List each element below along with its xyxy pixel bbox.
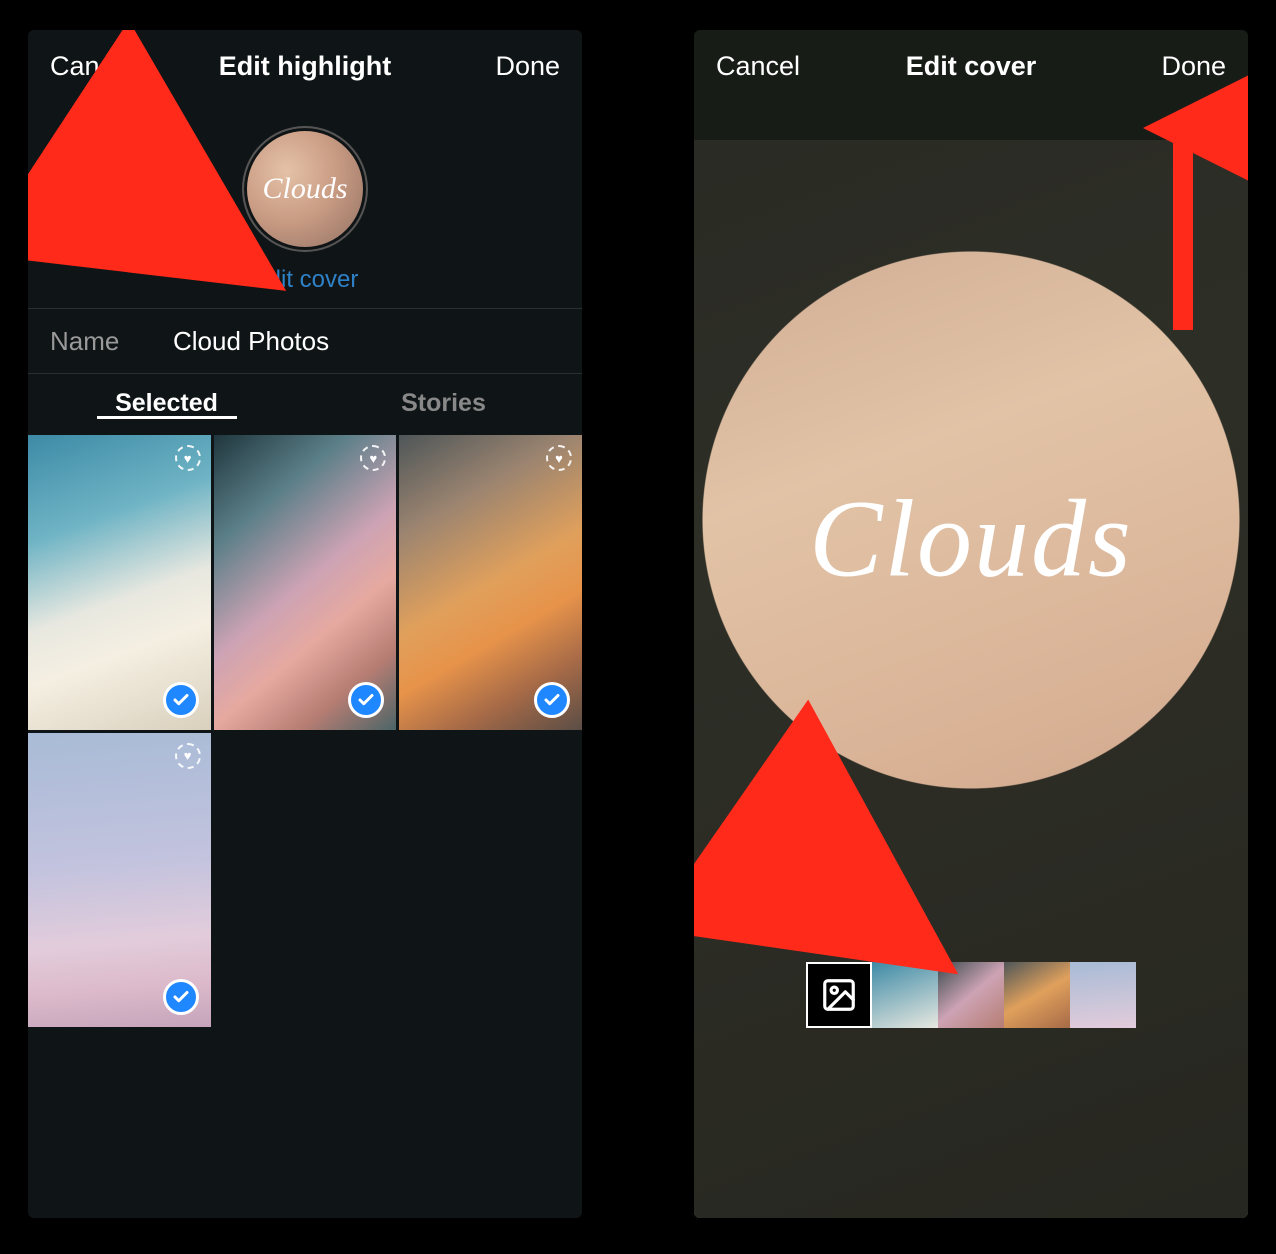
- gallery-picker-button[interactable]: [806, 962, 872, 1028]
- photo-thumbnail[interactable]: ♥: [399, 435, 582, 730]
- favorite-icon: ♥: [360, 445, 386, 471]
- cancel-button[interactable]: Cancel: [716, 51, 800, 82]
- cover-overlay-text: Clouds: [809, 476, 1133, 603]
- name-row: Name Cloud Photos: [28, 309, 582, 373]
- cover-crop-area[interactable]: Clouds: [694, 140, 1248, 1218]
- done-button[interactable]: Done: [495, 51, 560, 82]
- tabs: Selected Stories: [28, 374, 582, 432]
- cover-section: Clouds Edit cover: [28, 102, 582, 308]
- circle-mask: [694, 140, 1248, 1218]
- cover-preview-thumbnail[interactable]: Clouds: [244, 128, 366, 250]
- edit-cover-link[interactable]: Edit cover: [28, 266, 582, 294]
- done-button[interactable]: Done: [1161, 51, 1226, 82]
- photo-thumbnail[interactable]: ♥: [214, 435, 397, 730]
- empty-cell: [399, 733, 582, 1028]
- photo-thumbnail[interactable]: ♥: [28, 435, 211, 730]
- favorite-icon: ♥: [175, 743, 201, 769]
- thumbnail-strip: [694, 962, 1248, 1028]
- selected-checkmark-icon: [348, 682, 384, 718]
- selected-checkmark-icon: [534, 682, 570, 718]
- empty-cell: [214, 733, 397, 1028]
- thumbnail[interactable]: [1004, 962, 1070, 1028]
- header-left: Cancel Edit highlight Done: [28, 30, 582, 102]
- photo-grid: ♥ ♥ ♥ ♥: [28, 432, 582, 1027]
- tab-selected[interactable]: Selected: [28, 389, 305, 418]
- thumbnail[interactable]: [1070, 962, 1136, 1028]
- image-icon: [820, 976, 858, 1014]
- name-input[interactable]: Cloud Photos: [165, 326, 560, 357]
- tab-stories[interactable]: Stories: [305, 389, 582, 418]
- thumbnail[interactable]: [938, 962, 1004, 1028]
- header-right: Cancel Edit cover Done: [694, 30, 1248, 102]
- favorite-icon: ♥: [175, 445, 201, 471]
- thumbnail[interactable]: [872, 962, 938, 1028]
- selected-checkmark-icon: [163, 979, 199, 1015]
- cover-label: Clouds: [262, 172, 347, 206]
- name-label: Name: [50, 326, 165, 357]
- cancel-button[interactable]: Cancel: [50, 51, 134, 82]
- edit-highlight-screen: Cancel Edit highlight Done Clouds Edit c…: [28, 30, 582, 1218]
- selected-checkmark-icon: [163, 682, 199, 718]
- favorite-icon: ♥: [546, 445, 572, 471]
- photo-thumbnail[interactable]: ♥: [28, 733, 211, 1028]
- edit-cover-screen: Cancel Edit cover Done Clouds: [694, 30, 1248, 1218]
